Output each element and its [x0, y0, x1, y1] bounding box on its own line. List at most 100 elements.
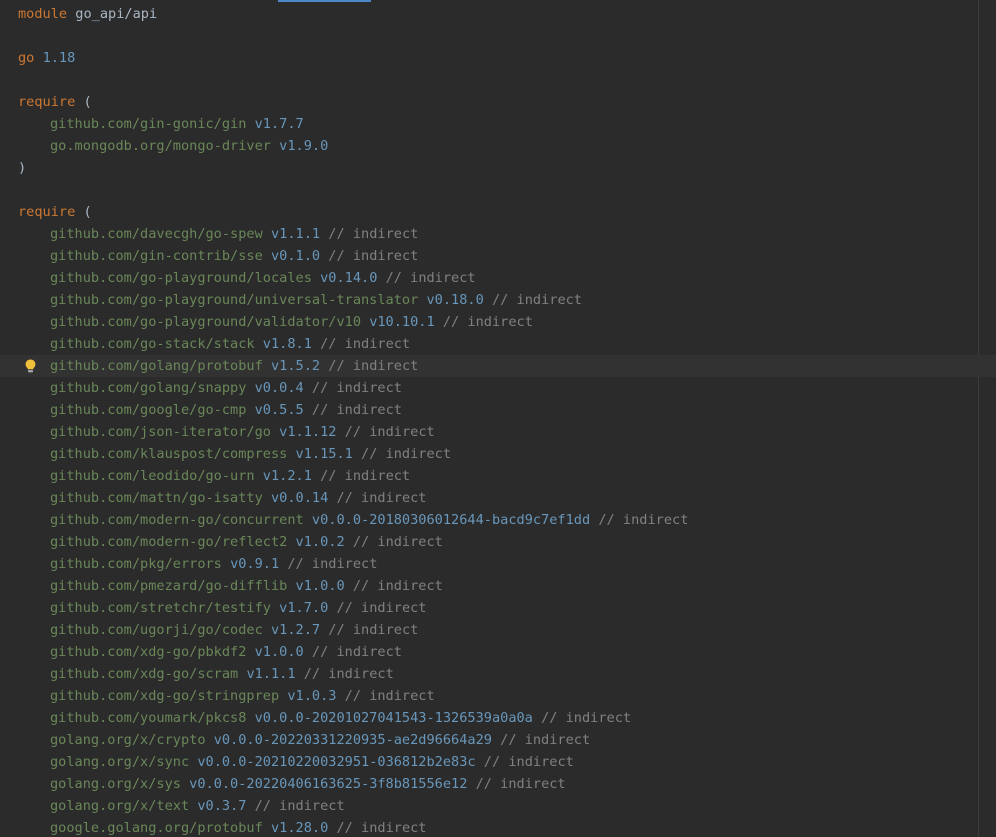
dependency-path: github.com/gin-gonic/gin [50, 116, 247, 132]
dependency-line[interactable]: github.com/mattn/go-isatty v0.0.14 // in… [0, 487, 978, 509]
dependency-path: golang.org/x/sync [50, 754, 190, 770]
indirect-comment: // indirect [287, 556, 378, 572]
close-paren-line[interactable]: ) [0, 157, 978, 179]
dependency-version: v0.5.5 [254, 402, 304, 418]
dependency-version: v1.15.1 [295, 446, 353, 462]
right-margin-guide [978, 0, 979, 837]
indirect-comment: // indirect [328, 622, 419, 638]
dependency-line[interactable]: github.com/go-playground/universal-trans… [0, 289, 978, 311]
dependency-path: github.com/xdg-go/scram [50, 666, 239, 682]
dependency-line[interactable]: github.com/davecgh/go-spew v1.1.1 // ind… [0, 223, 978, 245]
dependency-path: github.com/davecgh/go-spew [50, 226, 263, 242]
indirect-comment: // indirect [311, 380, 402, 396]
indirect-comment: // indirect [541, 710, 632, 726]
dependency-line[interactable]: github.com/klauspost/compress v1.15.1 //… [0, 443, 978, 465]
indirect-comment: // indirect [311, 402, 402, 418]
dependency-line[interactable]: github.com/go-playground/validator/v10 v… [0, 311, 978, 333]
dependency-line[interactable]: github.com/pkg/errors v0.9.1 // indirect [0, 553, 978, 575]
dependency-version: v1.2.1 [262, 468, 312, 484]
indirect-comment: // indirect [361, 446, 452, 462]
open-paren: ( [83, 94, 92, 110]
dependency-version: v1.7.7 [254, 116, 304, 132]
go-keyword: go [18, 50, 35, 66]
dependency-version: v1.1.1 [246, 666, 296, 682]
dependency-version: v0.0.0-20220406163625-3f8b81556e12 [189, 776, 468, 792]
dependency-version: v1.0.0 [254, 644, 304, 660]
indirect-comment: // indirect [328, 358, 419, 374]
dependency-version: v0.0.0-20220331220935-ae2d96664a29 [213, 732, 492, 748]
dependency-line[interactable]: golang.org/x/crypto v0.0.0-2022033122093… [0, 729, 978, 751]
dependency-line[interactable]: github.com/golang/snappy v0.0.4 // indir… [0, 377, 978, 399]
dependency-line[interactable]: github.com/google/go-cmp v0.5.5 // indir… [0, 399, 978, 421]
dependency-version: v1.8.1 [262, 336, 312, 352]
dependency-line[interactable]: google.golang.org/protobuf v1.28.0 // in… [0, 817, 978, 837]
dependency-line[interactable]: github.com/go-stack/stack v1.8.1 // indi… [0, 333, 978, 355]
empty-line[interactable] [0, 179, 978, 201]
dependency-version: v0.0.0-20201027041543-1326539a0a0a [254, 710, 533, 726]
dependency-line[interactable]: github.com/gin-contrib/sse v0.1.0 // ind… [0, 245, 978, 267]
dependency-path: github.com/json-iterator/go [50, 424, 271, 440]
dependency-path: github.com/modern-go/reflect2 [50, 534, 288, 550]
dependency-version: v1.2.7 [270, 622, 321, 638]
dependency-line[interactable]: github.com/modern-go/reflect2 v1.0.2 // … [0, 531, 978, 553]
dependency-line[interactable]: github.com/json-iterator/go v1.1.12 // i… [0, 421, 978, 443]
dependency-line[interactable]: github.com/pmezard/go-difflib v1.0.0 // … [0, 575, 978, 597]
indirect-comment: // indirect [598, 512, 689, 528]
dependency-line[interactable]: github.com/xdg-go/scram v1.1.1 // indire… [0, 663, 978, 685]
dependency-line[interactable]: github.com/stretchr/testify v1.7.0 // in… [0, 597, 978, 619]
require-line[interactable]: require ( [0, 91, 978, 113]
indirect-comment: // indirect [385, 270, 476, 286]
dependency-line[interactable]: github.com/go-playground/locales v0.14.0… [0, 267, 978, 289]
code-lines: module go_api/api go 1.18 require ( gith… [0, 3, 996, 837]
dependency-path: github.com/klauspost/compress [50, 446, 288, 462]
dependency-line[interactable]: golang.org/x/text v0.3.7 // indirect [0, 795, 978, 817]
indirect-comment: // indirect [336, 490, 427, 506]
dependency-path: github.com/go-playground/locales [50, 270, 312, 286]
dependency-path: github.com/mattn/go-isatty [50, 490, 263, 506]
dependency-line[interactable]: golang.org/x/sync v0.0.0-20210220032951-… [0, 751, 978, 773]
dependency-line[interactable]: github.com/xdg-go/pbkdf2 v1.0.0 // indir… [0, 641, 978, 663]
dependency-path: go.mongodb.org/mongo-driver [50, 138, 271, 154]
close-paren: ) [18, 160, 27, 176]
indirect-comment: // indirect [344, 688, 435, 704]
indirect-comment: // indirect [303, 666, 394, 682]
dependency-version: v0.3.7 [197, 798, 247, 814]
open-paren: ( [83, 204, 92, 220]
indirect-comment: // indirect [328, 226, 419, 242]
require-line[interactable]: require ( [0, 201, 978, 223]
dependency-line[interactable]: github.com/youmark/pkcs8 v0.0.0-20201027… [0, 707, 978, 729]
empty-line[interactable] [0, 69, 978, 91]
dependency-line[interactable]: github.com/xdg-go/stringprep v1.0.3 // i… [0, 685, 978, 707]
dependency-line[interactable]: github.com/gin-gonic/gin v1.7.7 [0, 113, 978, 135]
dependency-line[interactable]: golang.org/x/sys v0.0.0-20220406163625-3… [0, 773, 978, 795]
dependency-path: github.com/pkg/errors [50, 556, 222, 572]
lightbulb-icon[interactable] [25, 359, 36, 373]
require-keyword: require [18, 204, 76, 220]
indirect-comment: // indirect [254, 798, 345, 814]
dependency-path: github.com/go-stack/stack [50, 336, 255, 352]
dependency-version: v1.1.12 [279, 424, 337, 440]
require-keyword: require [18, 94, 76, 110]
dependency-version: v1.0.0 [295, 578, 345, 594]
dependency-path: github.com/go-playground/universal-trans… [50, 292, 419, 308]
go-version-line[interactable]: go 1.18 [0, 47, 978, 69]
dependency-version: v1.7.0 [279, 600, 329, 616]
dependency-path: github.com/golang/snappy [50, 380, 247, 396]
dependency-path: github.com/gin-contrib/sse [50, 248, 263, 264]
dependency-line[interactable]: github.com/golang/protobuf v1.5.2 // ind… [0, 355, 996, 377]
dependency-version: v10.10.1 [369, 314, 435, 330]
empty-line[interactable] [0, 25, 978, 47]
dependency-line[interactable]: github.com/modern-go/concurrent v0.0.0-2… [0, 509, 978, 531]
dependency-line[interactable]: go.mongodb.org/mongo-driver v1.9.0 [0, 135, 978, 157]
dependency-path: golang.org/x/crypto [50, 732, 206, 748]
code-editor[interactable]: module go_api/api go 1.18 require ( gith… [0, 0, 996, 837]
active-tab-indicator [278, 0, 371, 2]
dependency-path: github.com/google/go-cmp [50, 402, 247, 418]
dependency-line[interactable]: github.com/ugorji/go/codec v1.2.7 // ind… [0, 619, 978, 641]
indirect-comment: // indirect [320, 468, 411, 484]
dependency-line[interactable]: github.com/leodido/go-urn v1.2.1 // indi… [0, 465, 978, 487]
dependency-version: v0.0.14 [270, 490, 329, 506]
dependency-version: v0.1.0 [270, 248, 321, 264]
module-line[interactable]: module go_api/api [0, 3, 978, 25]
indirect-comment: // indirect [352, 534, 443, 550]
